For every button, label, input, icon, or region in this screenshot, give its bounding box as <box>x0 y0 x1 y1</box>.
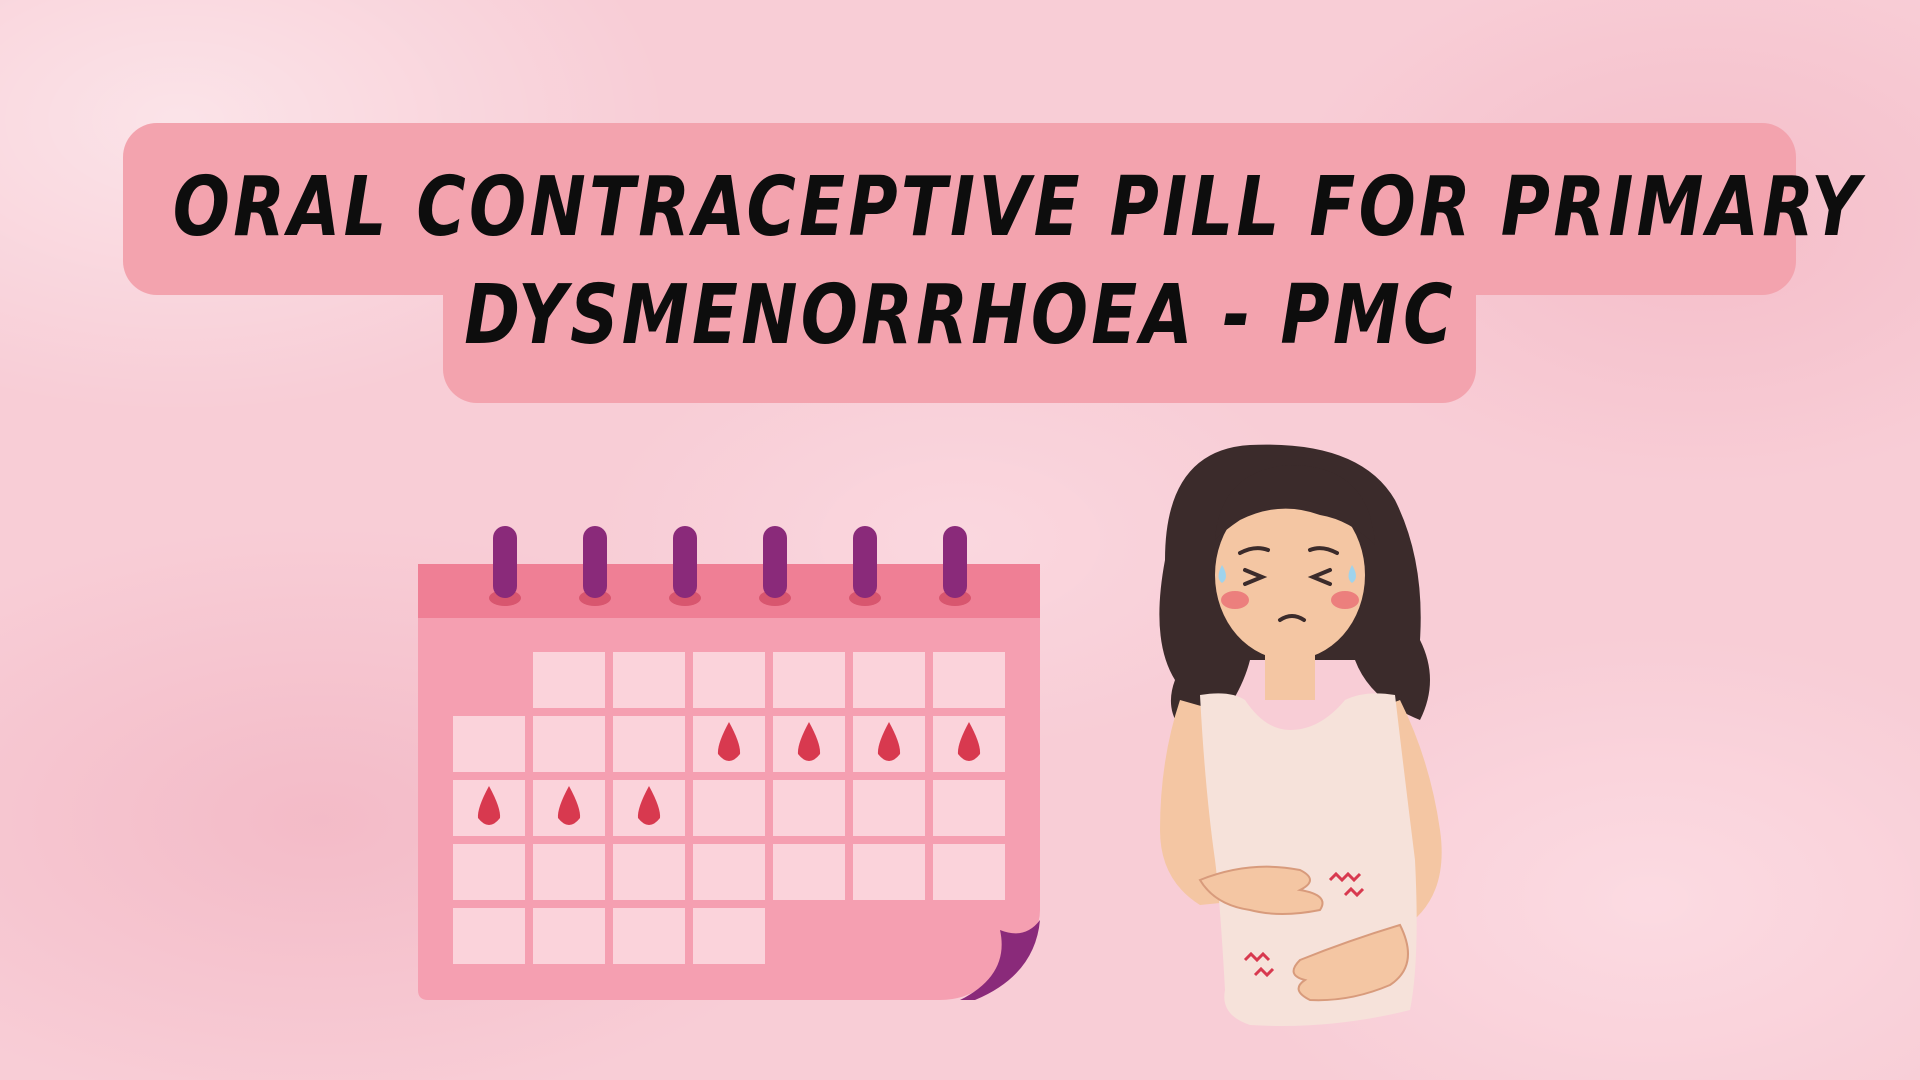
calendar-day-cell <box>613 652 685 708</box>
right-cheek <box>1331 591 1359 609</box>
left-hand <box>1198 865 1324 915</box>
calendar-day-cell <box>853 780 925 836</box>
menstrual-calendar-icon <box>418 526 1040 1000</box>
calendar-day-cell <box>853 652 925 708</box>
calendar-day-cell <box>773 844 845 900</box>
calendar-day-cell <box>693 780 765 836</box>
calendar-day-cell <box>613 844 685 900</box>
calendar-day-cell <box>533 844 605 900</box>
calendar-day-cell <box>613 716 685 772</box>
calendar-ring <box>493 526 517 598</box>
calendar-day-cell <box>533 908 605 964</box>
left-cheek <box>1221 591 1249 609</box>
calendar-day-cell <box>453 716 525 772</box>
calendar-day-cell <box>693 844 765 900</box>
calendar-ring <box>763 526 787 598</box>
calendar-day-cell <box>533 652 605 708</box>
calendar-day-cell <box>933 844 1005 900</box>
calendar-day-cell <box>933 652 1005 708</box>
calendar-ring <box>853 526 877 598</box>
calendar-day-cell <box>693 652 765 708</box>
calendar-day-cell <box>533 716 605 772</box>
calendar-day-cell <box>613 908 685 964</box>
calendar-day-cell <box>453 844 525 900</box>
woman-cramps-icon <box>1159 444 1442 1026</box>
calendar-day-cell <box>853 844 925 900</box>
calendar-day-cell <box>773 780 845 836</box>
calendar-day-cell <box>933 780 1005 836</box>
calendar-ring <box>943 526 967 598</box>
calendar-day-cell <box>453 908 525 964</box>
calendar-ring <box>583 526 607 598</box>
calendar-ring <box>673 526 697 598</box>
calendar-day-cell <box>773 652 845 708</box>
calendar-day-cell <box>693 908 765 964</box>
illustration-canvas <box>418 444 1442 1026</box>
